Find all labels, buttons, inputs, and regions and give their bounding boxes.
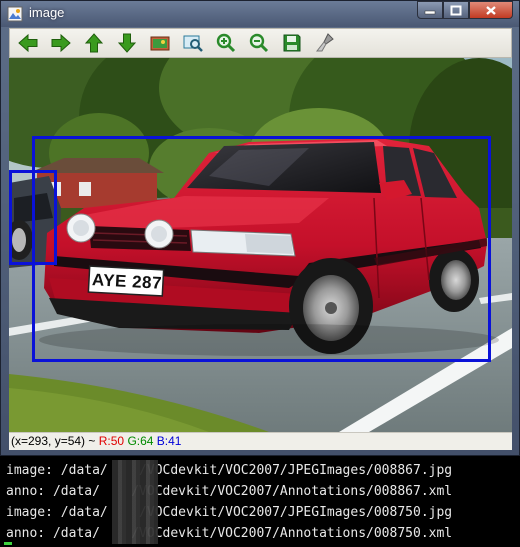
title-bar[interactable]: image xyxy=(1,1,519,27)
arrow-up-icon xyxy=(84,33,104,53)
window-controls xyxy=(417,1,513,19)
pan-up-button[interactable] xyxy=(82,31,106,55)
app-icon xyxy=(7,6,23,22)
minimize-button[interactable] xyxy=(417,1,443,19)
zoom-in-button[interactable] xyxy=(214,31,238,55)
terminal-line: image: /data/ /VOCdevkit/VOC2007/JPEGIma… xyxy=(6,505,453,520)
pan-left-button[interactable] xyxy=(16,31,40,55)
zoom-out-icon xyxy=(249,33,269,53)
image-canvas[interactable]: AYE 287 xyxy=(9,58,512,432)
zoom-region-icon xyxy=(183,35,203,52)
zoom-out-button[interactable] xyxy=(247,31,271,55)
status-bar: (x=293, y=54) ~ R:50 G:64 B:41 xyxy=(9,432,512,450)
arrow-down-icon xyxy=(117,33,137,53)
terminal-line: anno: /data/ /VOCdevkit/VOC2007/Annotati… xyxy=(6,484,453,499)
brush-icon xyxy=(315,33,334,52)
redacted-path-segment xyxy=(112,460,158,544)
pixel-blue-value: B:41 xyxy=(156,434,182,448)
image-window: image AYE 287 (x=293, y=54) ~ R:50 G:64 … xyxy=(0,0,520,456)
terminal-output: image: /data/ /VOCdevkit/VOC2007/JPEGIma… xyxy=(0,460,520,547)
properties-button[interactable] xyxy=(313,31,337,55)
pan-down-button[interactable] xyxy=(115,31,139,55)
close-button[interactable] xyxy=(469,1,513,19)
arrow-left-icon xyxy=(18,33,38,53)
zoom-reset-button[interactable] xyxy=(148,31,172,55)
image-icon xyxy=(150,36,170,51)
arrow-right-icon xyxy=(51,33,71,53)
pixel-red-value: R:50 xyxy=(98,434,125,448)
cursor-coords: (x=293, y=54) ~ xyxy=(11,434,99,448)
window-title: image xyxy=(29,5,65,20)
save-button[interactable] xyxy=(280,31,304,55)
terminal-line: anno: /data/ /VOCdevkit/VOC2007/Annotati… xyxy=(6,526,453,541)
zoom-in-icon xyxy=(216,33,236,53)
terminal-cursor xyxy=(4,542,12,545)
bounding-box-car-partial xyxy=(9,170,57,265)
bounding-box-car xyxy=(32,136,491,362)
zoom-region-button[interactable] xyxy=(181,31,205,55)
maximize-button[interactable] xyxy=(443,1,469,19)
save-icon xyxy=(283,34,301,52)
pan-right-button[interactable] xyxy=(49,31,73,55)
pixel-green-value: G:64 xyxy=(127,434,154,448)
terminal-line: image: /data/ /VOCdevkit/VOC2007/JPEGIma… xyxy=(6,463,453,478)
toolbar xyxy=(9,28,512,58)
